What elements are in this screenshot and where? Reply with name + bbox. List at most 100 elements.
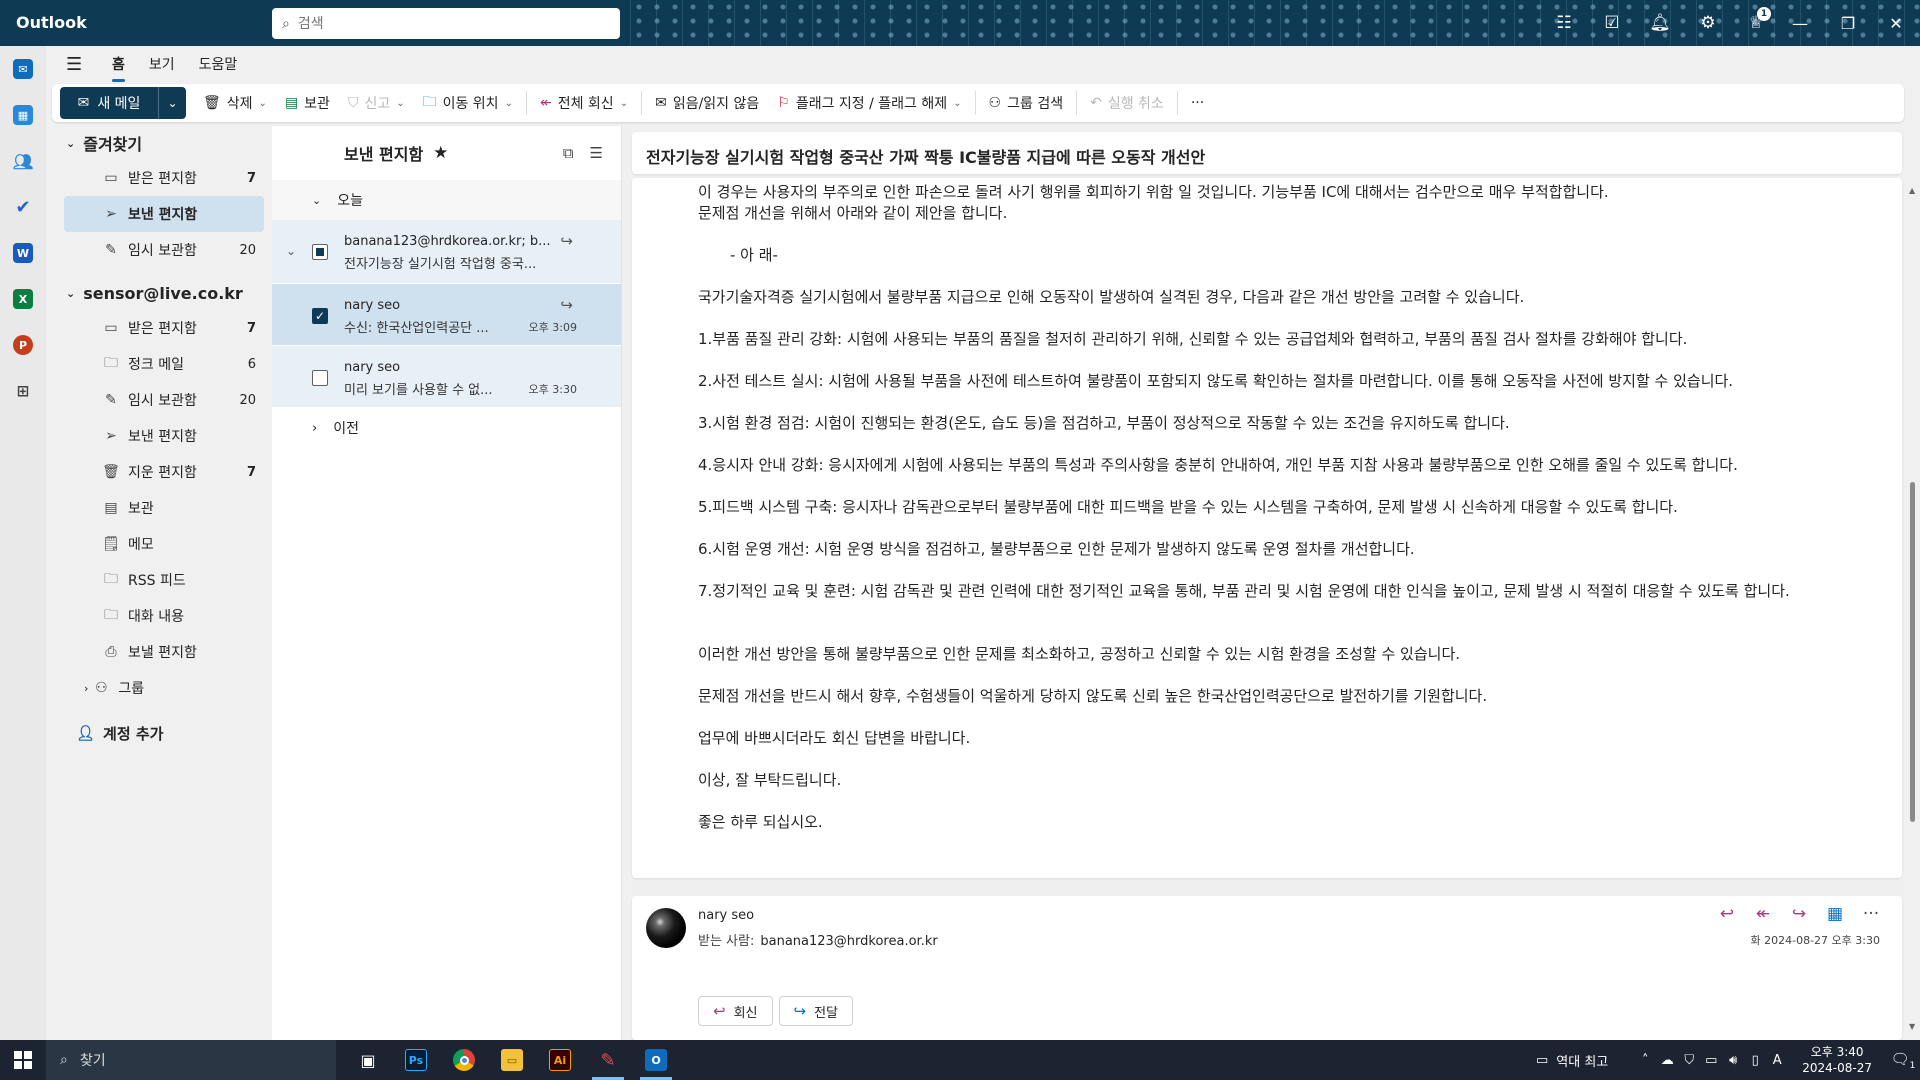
chevron-down-icon[interactable]: ⌄ bbox=[286, 244, 296, 258]
sender-name[interactable]: nary seo bbox=[698, 908, 754, 923]
account-notes[interactable]: 🗒︎ 메모 bbox=[64, 526, 264, 562]
powerpoint-app-icon[interactable]: P bbox=[0, 322, 46, 368]
report-button[interactable]: ⛉ 신고 ⌄ bbox=[339, 87, 414, 119]
account-conversation-history[interactable]: 🗀 대화 내용 bbox=[64, 598, 264, 634]
reading-pane-scrollbar[interactable]: ▲ ▼ bbox=[1906, 126, 1920, 1040]
account-outbox[interactable]: ⎙ 보낼 편지함 bbox=[64, 634, 264, 670]
favorites-drafts[interactable]: ✎ 임시 보관함 20 bbox=[64, 232, 264, 268]
star-icon[interactable]: ★ bbox=[433, 143, 448, 163]
reply-icon[interactable]: ↩ bbox=[1716, 904, 1738, 924]
groups-item[interactable]: › ⚇ 그룹 bbox=[64, 670, 264, 706]
new-mail-dropdown[interactable]: ⌄ bbox=[158, 87, 186, 119]
taskbar-search[interactable]: ⌕ 찾기 bbox=[46, 1040, 336, 1080]
avatar[interactable] bbox=[646, 908, 686, 948]
more-apps-icon[interactable]: ⊞ bbox=[0, 368, 46, 414]
account-inbox[interactable]: ▭ 받은 편지함 7 bbox=[64, 310, 264, 346]
list-item[interactable]: ✓ nary seo 수신: 한국산업인력공단 ... ↪ 오후 3:09 bbox=[272, 284, 621, 346]
archive-button[interactable]: ▤ 보관 bbox=[276, 87, 339, 119]
thread-checkbox[interactable] bbox=[312, 244, 328, 260]
flag-button[interactable]: ⚐ 플래그 지정 / 플래그 해제 ⌄ bbox=[768, 87, 970, 119]
reply-all-button[interactable]: ↞ 전체 회신 ⌄ bbox=[531, 87, 637, 119]
message-checkbox[interactable] bbox=[312, 370, 328, 386]
chevron-down-icon[interactable]: ⌄ bbox=[505, 98, 513, 109]
chevron-up-icon[interactable]: ˄ bbox=[1634, 1053, 1656, 1068]
favorites-inbox[interactable]: ▭ 받은 편지함 7 bbox=[64, 160, 264, 196]
calendar-app-icon[interactable]: ▦ bbox=[0, 92, 46, 138]
network-icon[interactable]: ▭ bbox=[1700, 1053, 1722, 1068]
reply-all-icon[interactable]: ↞ bbox=[1752, 904, 1774, 924]
tab-home[interactable]: 홈 bbox=[110, 48, 127, 82]
settings-gear-icon[interactable]: ⚙ bbox=[1684, 0, 1732, 46]
volume-icon[interactable]: 🔊︎ bbox=[1722, 1053, 1744, 1068]
account-header[interactable]: ⌄ sensor@live.co.kr bbox=[46, 276, 270, 310]
photoshop-icon[interactable]: Ps bbox=[392, 1040, 440, 1080]
read-unread-button[interactable]: ✉ 읽음/읽지 않음 bbox=[646, 87, 768, 119]
scroll-up-icon[interactable]: ▲ bbox=[1909, 186, 1915, 195]
chevron-down-icon[interactable]: ⌄ bbox=[396, 98, 404, 109]
mail-app-icon[interactable]: ✉ bbox=[0, 46, 46, 92]
close-button[interactable]: ✕ bbox=[1872, 0, 1920, 46]
clock[interactable]: 오후 3:40 2024-08-27 bbox=[1802, 1044, 1872, 1076]
task-view-icon[interactable]: ▣ bbox=[344, 1040, 392, 1080]
file-explorer-icon[interactable]: ▭ bbox=[488, 1040, 536, 1080]
minimize-button[interactable]: — bbox=[1776, 0, 1824, 46]
excel-app-icon[interactable]: X bbox=[0, 276, 46, 322]
cloud-icon[interactable]: ☁ bbox=[1656, 1053, 1678, 1068]
teams-icon[interactable]: ☷ bbox=[1540, 0, 1588, 46]
notification-center-icon[interactable]: 🗨︎1 bbox=[1886, 1050, 1920, 1071]
forward-button[interactable]: ↪ 전달 bbox=[778, 996, 853, 1026]
chevron-down-icon[interactable]: ⌄ bbox=[953, 98, 961, 109]
account-rss[interactable]: 🗀 RSS 피드 bbox=[64, 562, 264, 598]
tab-view[interactable]: 보기 bbox=[147, 48, 177, 80]
account-junk[interactable]: 🗀 정크 메일 6 bbox=[64, 346, 264, 382]
scroll-down-icon[interactable]: ▼ bbox=[1909, 1022, 1915, 1031]
add-account-button[interactable]: 👤︎ 계정 추가 bbox=[46, 716, 270, 750]
battery-icon[interactable]: ▯ bbox=[1744, 1053, 1766, 1068]
undo-button[interactable]: ↶ 실행 취소 bbox=[1081, 87, 1173, 119]
restore-button[interactable]: ❐ bbox=[1824, 0, 1872, 46]
conversation-thread[interactable]: ⌄ banana123@hrdkorea.or.kr; b... 전자기능장 실… bbox=[272, 220, 621, 284]
list-item[interactable]: nary seo 미리 보기를 사용할 수 없... 오후 3:30 bbox=[272, 346, 621, 408]
weather-widget[interactable]: ▭ 역대 최고 bbox=[1536, 1051, 1608, 1070]
delete-button[interactable]: 🗑︎ 삭제 ⌄ bbox=[194, 87, 276, 119]
apps-grid-icon[interactable]: ▦ bbox=[1824, 904, 1846, 924]
account-drafts[interactable]: ✎ 임시 보관함 20 bbox=[64, 382, 264, 418]
scrollbar-thumb[interactable] bbox=[1910, 482, 1915, 822]
account-archive[interactable]: ▤ 보관 bbox=[64, 490, 264, 526]
recipient-address[interactable]: banana123@hrdkorea.or.kr bbox=[760, 934, 937, 949]
hamburger-menu-icon[interactable]: ☰ bbox=[66, 54, 90, 75]
tab-help[interactable]: 도움말 bbox=[197, 48, 240, 80]
search-input[interactable] bbox=[297, 15, 598, 32]
tasks-icon[interactable]: ☑ bbox=[1588, 0, 1636, 46]
more-options-button[interactable]: ··· bbox=[1182, 87, 1213, 119]
chrome-icon[interactable] bbox=[440, 1040, 488, 1080]
group-search-button[interactable]: ⚇ 그룹 검색 bbox=[980, 87, 1073, 119]
favorites-header[interactable]: ⌄ 즐겨찾기 bbox=[46, 126, 270, 160]
new-mail-button[interactable]: ✉ 새 메일 bbox=[60, 87, 158, 119]
message-checkbox[interactable]: ✓ bbox=[312, 308, 328, 324]
group-header-today[interactable]: ⌄ 오늘 bbox=[272, 180, 621, 220]
tips-icon[interactable]: ♕ 1 bbox=[1732, 0, 1780, 46]
word-app-icon[interactable]: W bbox=[0, 230, 46, 276]
outlook-taskbar-icon[interactable]: O bbox=[632, 1040, 680, 1080]
more-actions-icon[interactable]: ··· bbox=[1860, 904, 1882, 924]
people-app-icon[interactable]: 👥︎ bbox=[0, 138, 46, 184]
notifications-icon[interactable]: 🔔︎ bbox=[1636, 0, 1684, 46]
favorites-sent[interactable]: ➢ 보낸 편지함 bbox=[64, 196, 264, 232]
account-sent[interactable]: ➢ 보낸 편지함 bbox=[64, 418, 264, 454]
reply-button[interactable]: ↩ 회신 bbox=[698, 996, 773, 1026]
select-mode-icon[interactable]: ⧉ bbox=[563, 144, 574, 162]
chevron-down-icon[interactable]: ⌄ bbox=[620, 98, 628, 109]
todo-app-icon[interactable]: ✔ bbox=[0, 184, 46, 230]
forward-icon[interactable]: ↪ bbox=[1788, 904, 1810, 924]
start-button[interactable] bbox=[0, 1040, 46, 1080]
paint-app-icon[interactable]: ✎ bbox=[584, 1040, 632, 1080]
chevron-down-icon[interactable]: ⌄ bbox=[259, 98, 267, 109]
illustrator-icon[interactable]: Ai bbox=[536, 1040, 584, 1080]
move-to-button[interactable]: 🗀 이동 위치 ⌄ bbox=[414, 87, 522, 119]
search-box[interactable]: ⌕ bbox=[272, 8, 620, 39]
account-deleted[interactable]: 🗑︎ 지운 편지함 7 bbox=[64, 454, 264, 490]
filter-icon[interactable]: ☰ bbox=[590, 144, 603, 162]
ime-indicator[interactable]: A bbox=[1766, 1053, 1788, 1068]
group-header-older[interactable]: › 이전 bbox=[272, 408, 621, 448]
